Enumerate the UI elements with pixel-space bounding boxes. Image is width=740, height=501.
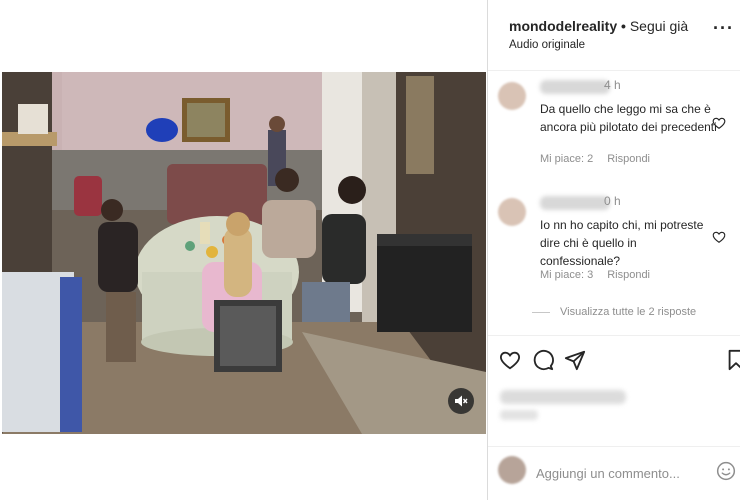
like-button[interactable] xyxy=(499,349,521,376)
avatar[interactable] xyxy=(498,82,526,110)
comment-time[interactable]: 4 h xyxy=(604,78,621,92)
comment-time[interactable]: 0 h xyxy=(604,194,621,208)
comment-text: Io nn ho capito chi, mi potreste dire ch… xyxy=(540,218,704,268)
likes-count-blurred[interactable] xyxy=(500,390,626,404)
avatar[interactable] xyxy=(498,198,526,226)
comment-username-blurred[interactable] xyxy=(540,196,610,210)
bookmark-icon xyxy=(728,349,740,371)
actions-divider xyxy=(488,335,740,336)
comment-item: 0 h Io nn ho capito chi, mi potreste dir… xyxy=(498,194,736,298)
mute-button[interactable] xyxy=(448,388,474,414)
save-button[interactable] xyxy=(726,349,740,376)
share-button[interactable] xyxy=(564,349,586,376)
comment-item: 4 h Da quello che leggo mi sa che è anco… xyxy=(498,78,736,182)
video-player[interactable] xyxy=(2,72,486,434)
reply-button[interactable]: Rispondi xyxy=(607,153,650,165)
reply-button[interactable]: Rispondi xyxy=(607,269,650,281)
post-sidebar: mondodelreality • Segui già Audio origin… xyxy=(488,0,740,500)
comment-likes[interactable]: Mi piace: 3 xyxy=(540,269,593,281)
speaker-muted-icon xyxy=(455,395,468,407)
add-comment-bar: Aggiungi un commento... xyxy=(488,446,740,501)
comment-like-button[interactable] xyxy=(712,230,726,249)
comment-text: Da quello che leggo mi sa che è ancora p… xyxy=(540,102,717,134)
post-date-blurred xyxy=(500,410,538,420)
post-header: mondodelreality • Segui già Audio origin… xyxy=(488,0,740,71)
comment-likes[interactable]: Mi piace: 2 xyxy=(540,153,593,165)
view-replies-label: Visualizza tutte le 2 risposte xyxy=(560,306,697,318)
avatar xyxy=(498,456,526,484)
comment-username-blurred[interactable] xyxy=(540,80,610,94)
comment-like-button[interactable] xyxy=(712,116,726,135)
comment-button[interactable] xyxy=(532,349,554,376)
emoji-button[interactable] xyxy=(716,461,736,486)
audio-label[interactable]: Audio originale xyxy=(509,39,585,51)
video-frame xyxy=(2,72,486,434)
heart-icon xyxy=(500,351,520,370)
post-actions xyxy=(498,349,740,379)
header-separator: • xyxy=(617,18,630,34)
send-icon xyxy=(564,350,586,371)
comment-meta: Mi piace: 2 Rispondi xyxy=(540,153,664,165)
comment-meta: Mi piace: 3 Rispondi xyxy=(540,269,664,281)
media-pane xyxy=(0,0,487,500)
replies-line xyxy=(532,311,550,313)
comment-icon xyxy=(533,349,554,371)
post-username-row: mondodelreality • Segui già xyxy=(509,18,688,34)
heart-icon xyxy=(712,231,726,243)
username-link[interactable]: mondodelreality xyxy=(509,18,617,34)
emoji-icon xyxy=(716,461,736,481)
view-replies-button[interactable]: Visualizza tutte le 2 risposte xyxy=(532,306,696,318)
follow-button[interactable]: Segui già xyxy=(630,18,688,34)
comment-input[interactable]: Aggiungi un commento... xyxy=(536,466,680,481)
heart-icon xyxy=(712,117,726,129)
more-icon[interactable]: ··· xyxy=(713,18,734,39)
